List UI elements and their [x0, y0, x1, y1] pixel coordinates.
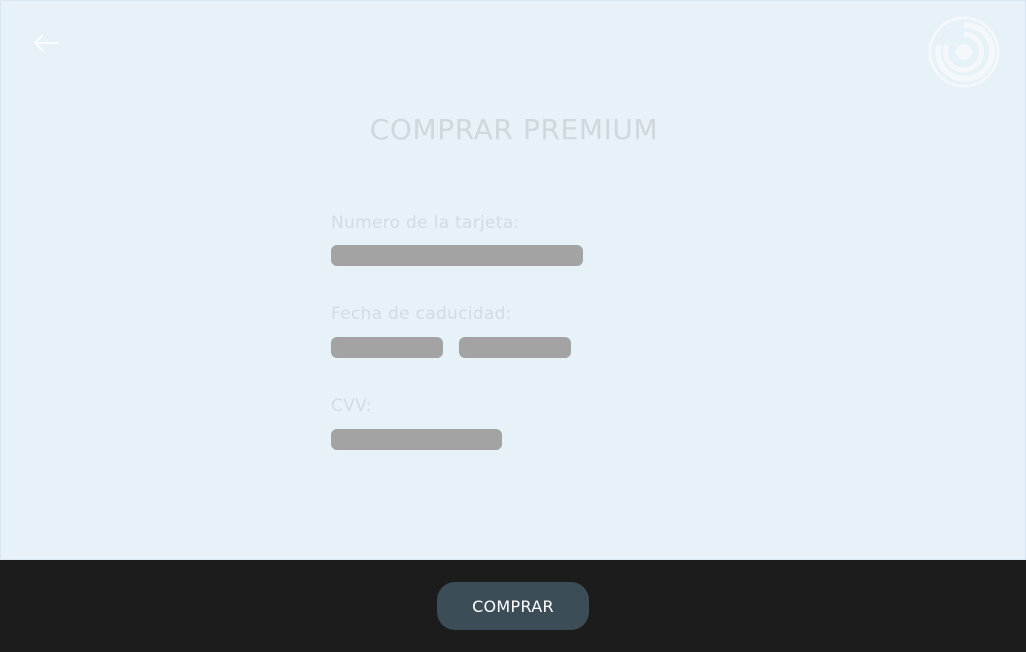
card-number-label: Numero de la tarjeta: [331, 213, 520, 233]
spiral-logo-icon [927, 15, 1001, 89]
cvv-input[interactable] [331, 429, 502, 450]
main-panel: COMPRAR PREMIUM Numero de la tarjeta: Fe… [0, 0, 1026, 560]
cvv-label: CVV: [331, 396, 372, 416]
buy-button[interactable]: COMPRAR [437, 582, 589, 630]
page-title: COMPRAR PREMIUM [369, 113, 659, 146]
expiry-year-input[interactable] [459, 337, 571, 358]
card-number-input[interactable] [331, 245, 583, 266]
expiry-month-input[interactable] [331, 337, 443, 358]
expiry-date-label: Fecha de caducidad: [331, 304, 512, 324]
app-window: COMPRAR PREMIUM Numero de la tarjeta: Fe… [0, 0, 1026, 652]
arrow-left-icon [33, 34, 59, 52]
back-button[interactable] [31, 29, 63, 57]
footer-bar: COMPRAR [0, 560, 1026, 652]
